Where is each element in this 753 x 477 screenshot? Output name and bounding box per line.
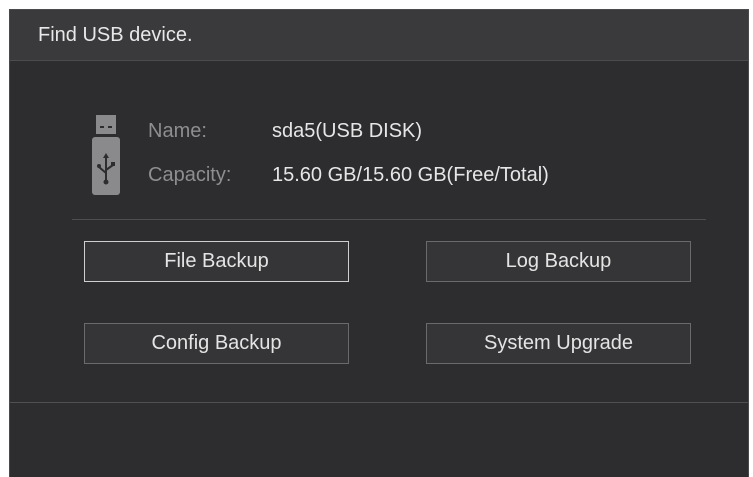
config-backup-button[interactable]: Config Backup: [84, 323, 349, 364]
dialog-title: Find USB device.: [38, 24, 193, 46]
section-divider: [72, 219, 706, 220]
capacity-value: 15.60 GB/15.60 GB(Free/Total): [272, 164, 549, 186]
device-name-value: sda5(USB DISK): [272, 120, 423, 142]
usb-device-dialog: Find USB device. Name: sda5(USB DISK) Ca…: [9, 9, 749, 477]
footer-divider: [10, 402, 748, 403]
capacity-label: Capacity:: [148, 164, 232, 186]
dialog-titlebar: Find USB device.: [10, 10, 748, 61]
system-upgrade-button[interactable]: System Upgrade: [426, 323, 691, 364]
log-backup-button[interactable]: Log Backup: [426, 241, 691, 282]
file-backup-button[interactable]: File Backup: [84, 241, 349, 282]
usb-drive-icon: [92, 115, 120, 195]
name-label: Name:: [148, 120, 207, 142]
